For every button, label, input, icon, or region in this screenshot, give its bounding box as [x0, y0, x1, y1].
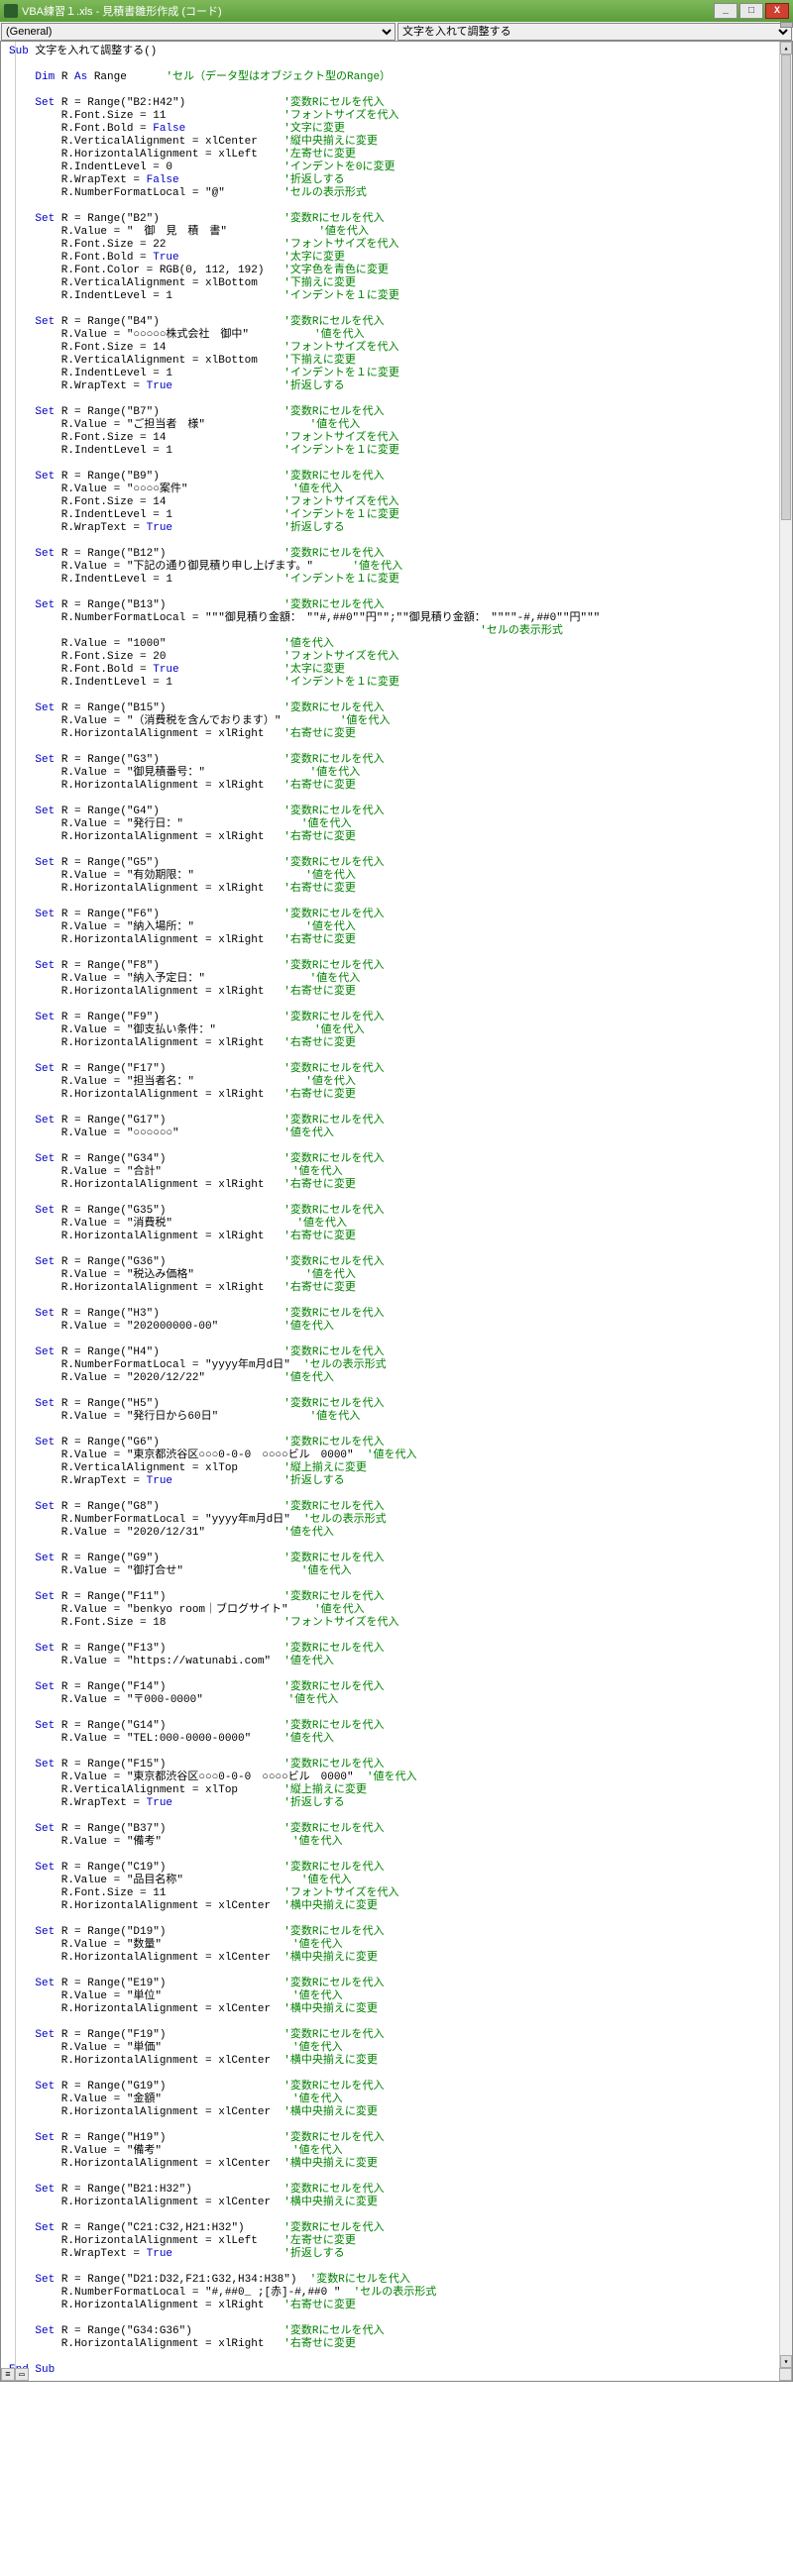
code-pane[interactable]: Sub 文字を入れて調整する() Dim R As Range 'セル（データ型…: [0, 42, 793, 2382]
procedure-view-button[interactable]: ≡: [1, 2368, 15, 2381]
object-proc-selectors: (General) 文字を入れて調整する: [0, 22, 793, 42]
minimize-button[interactable]: _: [714, 3, 737, 19]
vertical-scrollbar[interactable]: ▴ ▾: [779, 42, 792, 2368]
full-module-view-button[interactable]: ▭: [15, 2368, 29, 2381]
vba-icon: [4, 4, 18, 18]
scroll-up-arrow[interactable]: ▴: [780, 42, 792, 54]
title-bar: VBA練習１.xls - 見積書雛形作成 (コード) _ □ X: [0, 0, 793, 22]
close-button[interactable]: X: [765, 3, 789, 19]
procedure-dropdown[interactable]: 文字を入れて調整する: [397, 23, 792, 41]
resize-corner[interactable]: [779, 2368, 792, 2381]
split-handle[interactable]: [780, 22, 793, 28]
scroll-thumb[interactable]: [781, 54, 791, 520]
object-dropdown[interactable]: (General): [1, 23, 396, 41]
scroll-down-arrow[interactable]: ▾: [780, 2355, 792, 2368]
maximize-button[interactable]: □: [739, 3, 763, 19]
window-title: VBA練習１.xls - 見積書雛形作成 (コード): [22, 3, 712, 19]
